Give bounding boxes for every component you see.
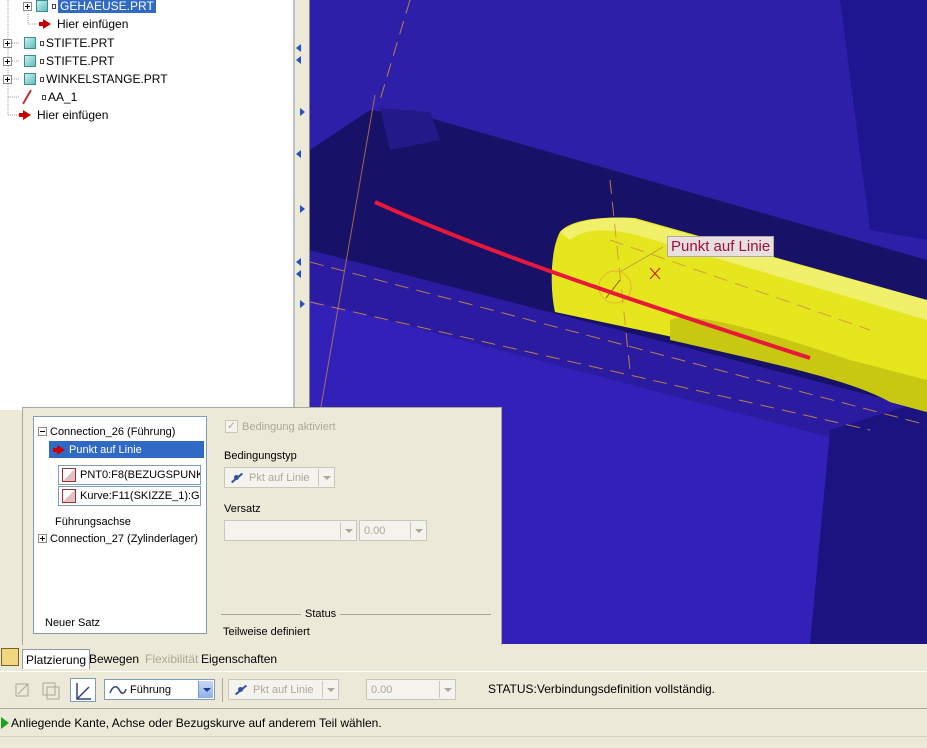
small-box-icon: [40, 40, 44, 46]
model-tree: GEHAEUSE.PRT Hier einfügen STIFTE.PRT ST…: [0, 0, 292, 410]
offset-value-select[interactable]: 0.00: [359, 520, 427, 541]
dashboard-tabs: Platzierung Bewegen Flexibilität Eigensc…: [0, 645, 927, 671]
tree-item-insert-here[interactable]: Hier einfügen: [39, 15, 129, 33]
tree-item-stifte-2[interactable]: STIFTE.PRT: [3, 52, 114, 70]
tab-properties[interactable]: Eigenschaften: [198, 649, 280, 669]
slider-connection-icon: [109, 685, 127, 694]
small-box-icon: [42, 94, 46, 100]
collapse-icon[interactable]: [38, 427, 47, 436]
reference-icon: [62, 489, 76, 503]
chevron-down-icon[interactable]: [198, 681, 213, 698]
connection-27-item[interactable]: Connection_27 (Zylinderlager): [38, 533, 198, 545]
tree-item-label: GEHAEUSE.PRT: [58, 0, 156, 13]
connection-status-text: STATUS:Verbindungsdefinition vollständig…: [488, 682, 716, 696]
connection-mode-icon[interactable]: [70, 678, 96, 702]
expand-icon[interactable]: [38, 534, 47, 543]
prompt-message: Anliegende Kante, Achse oder Bezugskurve…: [11, 715, 382, 730]
small-box-icon: [40, 58, 44, 64]
tab-move[interactable]: Bewegen: [86, 649, 142, 669]
expand-icon[interactable]: [3, 38, 12, 48]
tree-item-label: WINKELSTANGE.PRT: [46, 72, 168, 86]
guide-axis-item[interactable]: Führungsachse: [55, 516, 131, 528]
reference-icon: [62, 468, 76, 482]
copy-connection-icon[interactable]: [38, 678, 64, 702]
datum-axis-icon: [20, 89, 34, 105]
expand-right-icon[interactable]: [300, 300, 305, 308]
small-box-icon: [52, 3, 56, 9]
connection-26-item[interactable]: Connection_26 (Führung): [38, 426, 175, 438]
offset-label: Versatz: [224, 503, 261, 515]
offset-toolbar-select[interactable]: 0.00: [366, 679, 456, 700]
folder-icon[interactable]: [1, 648, 19, 666]
expand-icon[interactable]: [3, 56, 12, 66]
expand-icon[interactable]: [3, 74, 12, 84]
constraint-type-label: Bedingungstyp: [224, 450, 297, 462]
placement-panel: Connection_26 (Führung) Punkt auf Linie …: [22, 407, 502, 647]
insert-arrow-icon: [19, 110, 31, 120]
collapse-left-icon[interactable]: [296, 56, 301, 64]
expand-icon[interactable]: [23, 1, 32, 11]
new-set-item[interactable]: Neuer Satz: [45, 617, 100, 629]
small-box-icon: [40, 76, 44, 82]
constraint-type-select[interactable]: Pkt auf Linie: [224, 467, 335, 488]
tree-item-label: Hier einfügen: [37, 108, 109, 122]
constraint-type-toolbar-select[interactable]: Pkt auf Linie: [228, 679, 339, 700]
prompt-arrow-icon: [1, 716, 9, 729]
part-icon: [24, 37, 36, 49]
status-value: Teilweise definiert: [223, 626, 310, 638]
tree-item-label: STIFTE.PRT: [46, 54, 115, 68]
tree-item-axis[interactable]: AA_1: [20, 88, 77, 106]
part-icon: [24, 73, 36, 85]
dashboard-toolbar: Führung Pkt auf Linie 0.00 STATUS:Verbin…: [0, 671, 927, 707]
connection-type-select[interactable]: Führung: [104, 679, 215, 700]
user-defined-connection-icon[interactable]: [10, 678, 36, 702]
point-on-line-icon: [233, 684, 247, 696]
status-divider: [221, 614, 491, 615]
expand-right-icon[interactable]: [300, 205, 305, 213]
collapse-left-icon[interactable]: [296, 44, 301, 52]
constraint-point-on-line[interactable]: Punkt auf Linie: [49, 441, 204, 458]
constraint-callout[interactable]: Punkt auf Linie: [667, 236, 775, 257]
tree-item-label: Hier einfügen: [57, 17, 129, 31]
status-strip: [0, 736, 927, 748]
collapse-left-icon[interactable]: [296, 150, 301, 158]
tree-item-winkelstange[interactable]: WINKELSTANGE.PRT: [3, 70, 168, 88]
chevron-down-icon[interactable]: [318, 469, 333, 486]
constraint-enabled-label: Bedingung aktiviert: [242, 421, 336, 433]
point-on-line-icon: [229, 472, 243, 484]
reference-point-field[interactable]: PNT0:F8(BEZUGSPUNK: [58, 465, 201, 485]
reference-curve-field[interactable]: Kurve:F11(SKIZZE_1):G: [58, 486, 201, 506]
collapse-left-icon[interactable]: [296, 258, 301, 266]
tree-item-label: STIFTE.PRT: [46, 36, 115, 50]
chevron-down-icon[interactable]: [340, 522, 355, 539]
chevron-down-icon[interactable]: [322, 681, 337, 698]
status-title: Status: [301, 608, 341, 620]
collapse-left-icon[interactable]: [296, 270, 301, 278]
tab-flexibility[interactable]: Flexibilität: [142, 649, 201, 669]
tab-placement[interactable]: Platzierung: [22, 649, 91, 669]
part-icon: [24, 55, 36, 67]
insert-arrow-icon: [39, 19, 51, 29]
offset-type-select[interactable]: [224, 520, 357, 541]
tree-item-insert-here-2[interactable]: Hier einfügen: [19, 106, 109, 124]
connection-tree[interactable]: Connection_26 (Führung) Punkt auf Linie …: [33, 416, 207, 634]
sash-splitter[interactable]: [292, 0, 310, 410]
part-icon: [36, 0, 48, 12]
chevron-down-icon[interactable]: [410, 522, 425, 539]
expand-right-icon[interactable]: [300, 108, 305, 116]
insert-arrow-icon: [53, 444, 65, 455]
tree-item-stifte-1[interactable]: STIFTE.PRT: [3, 34, 114, 52]
toolbar-separator: [222, 678, 223, 702]
chevron-down-icon[interactable]: [439, 681, 454, 698]
message-area: Anliegende Kante, Achse oder Bezugskurve…: [0, 708, 927, 736]
tree-item-gehaeuse[interactable]: GEHAEUSE.PRT: [23, 0, 156, 15]
tree-item-label: AA_1: [48, 90, 78, 104]
constraint-enabled-checkbox[interactable]: [225, 419, 238, 433]
